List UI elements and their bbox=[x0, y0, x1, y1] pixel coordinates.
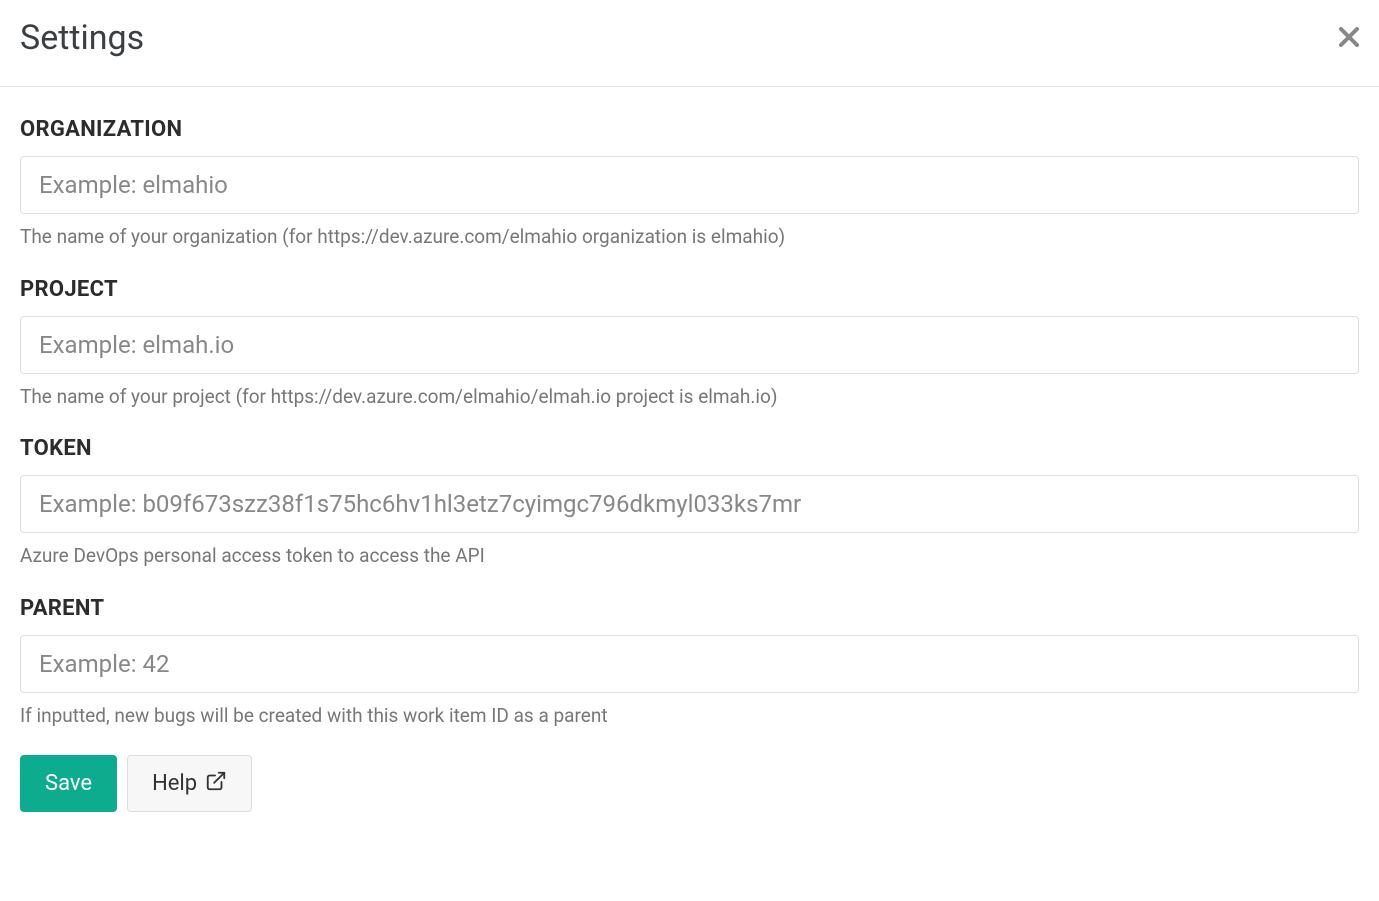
external-link-icon bbox=[205, 770, 227, 797]
parent-help: If inputted, new bugs will be created wi… bbox=[20, 703, 1359, 730]
button-row: Save Help bbox=[20, 755, 1359, 812]
help-button[interactable]: Help bbox=[127, 755, 252, 812]
project-label: PROJECT bbox=[20, 277, 1359, 302]
project-input[interactable] bbox=[20, 316, 1359, 374]
parent-group: PARENT If inputted, new bugs will be cre… bbox=[20, 596, 1359, 730]
parent-label: PARENT bbox=[20, 596, 1359, 621]
token-label: TOKEN bbox=[20, 436, 1359, 461]
save-button[interactable]: Save bbox=[20, 755, 117, 812]
project-help: The name of your project (for https://de… bbox=[20, 384, 1359, 411]
modal-header: Settings bbox=[0, 0, 1379, 87]
organization-label: ORGANIZATION bbox=[20, 117, 1359, 142]
page-title: Settings bbox=[20, 18, 144, 58]
parent-input[interactable] bbox=[20, 635, 1359, 693]
token-group: TOKEN Azure DevOps personal access token… bbox=[20, 436, 1359, 570]
organization-help: The name of your organization (for https… bbox=[20, 224, 1359, 251]
organization-group: ORGANIZATION The name of your organizati… bbox=[20, 117, 1359, 251]
close-icon bbox=[1339, 21, 1359, 54]
settings-modal: Settings ORGANIZATION The name of your o… bbox=[0, 0, 1379, 832]
project-group: PROJECT The name of your project (for ht… bbox=[20, 277, 1359, 411]
help-button-label: Help bbox=[152, 773, 197, 795]
save-button-label: Save bbox=[45, 773, 92, 795]
token-input[interactable] bbox=[20, 475, 1359, 533]
token-help: Azure DevOps personal access token to ac… bbox=[20, 543, 1359, 570]
close-button[interactable] bbox=[1339, 23, 1359, 53]
modal-body: ORGANIZATION The name of your organizati… bbox=[0, 87, 1379, 832]
organization-input[interactable] bbox=[20, 156, 1359, 214]
